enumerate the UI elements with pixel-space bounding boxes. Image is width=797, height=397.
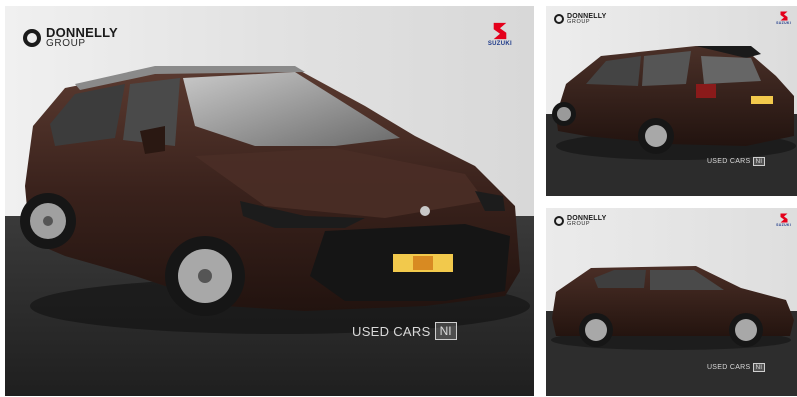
vehicle-image-gallery: DONNELLY GROUP SUZUKI USED CARS NI DONNE… <box>0 0 797 397</box>
dealer-subname: GROUP <box>567 19 591 25</box>
donnelly-group-logo: DONNELLY GROUP <box>554 215 606 228</box>
suzuki-logo: SUZUKI <box>776 213 791 227</box>
donnelly-ring-icon <box>23 28 41 47</box>
donnelly-group-logo: DONNELLY GROUP <box>554 13 606 26</box>
suzuki-logo: SUZUKI <box>776 11 791 25</box>
used-cars-ni-watermark: USED CARS NI <box>707 363 765 372</box>
suzuki-s-icon <box>780 213 788 223</box>
suzuki-s-icon <box>780 11 788 21</box>
watermark-badge: NI <box>434 322 457 340</box>
donnelly-ring-icon <box>554 14 564 25</box>
dealer-subname: GROUP <box>46 38 86 49</box>
main-vehicle-photo[interactable]: DONNELLY GROUP SUZUKI USED CARS NI <box>5 6 534 396</box>
watermark-badge: NI <box>752 363 765 372</box>
watermark-badge: NI <box>752 157 765 166</box>
car-rear-view-image <box>546 6 797 196</box>
donnelly-group-logo: DONNELLY GROUP <box>23 26 118 49</box>
suzuki-wordmark: SUZUKI <box>776 21 791 25</box>
donnelly-ring-icon <box>554 216 564 227</box>
watermark-text: USED CARS <box>706 158 751 165</box>
dealer-subname: GROUP <box>567 221 591 227</box>
used-cars-ni-watermark: USED CARS NI <box>352 322 457 340</box>
watermark-text: USED CARS <box>706 364 751 371</box>
suzuki-s-icon <box>493 22 507 40</box>
thumbnail-rear-photo[interactable]: DONNELLY GROUP SUZUKI USED CARS NI <box>546 6 797 196</box>
watermark-text: USED CARS <box>352 323 431 339</box>
used-cars-ni-watermark: USED CARS NI <box>707 157 765 166</box>
suzuki-wordmark: SUZUKI <box>776 223 791 227</box>
suzuki-wordmark: SUZUKI <box>487 41 512 47</box>
suzuki-logo: SUZUKI <box>488 22 512 47</box>
thumbnail-side-photo[interactable]: DONNELLY GROUP SUZUKI USED CARS NI <box>546 208 797 396</box>
